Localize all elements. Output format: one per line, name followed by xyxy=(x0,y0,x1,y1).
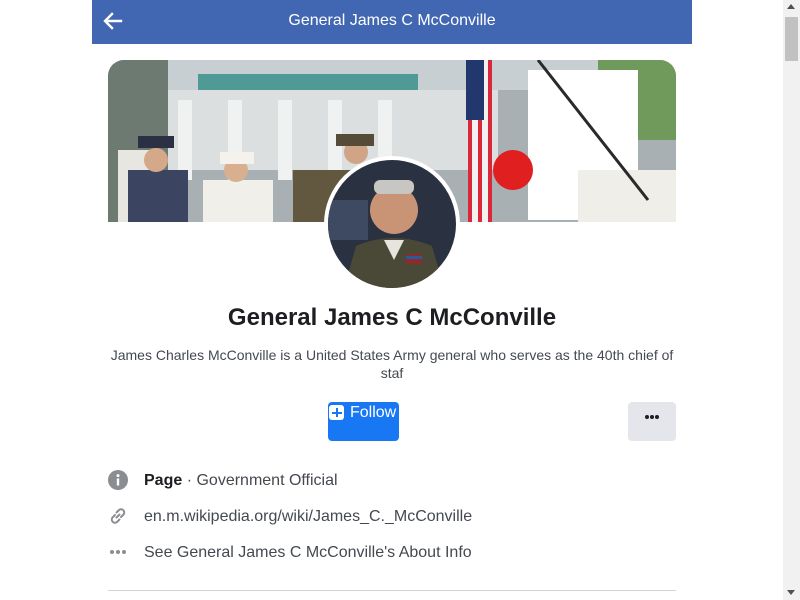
website-link[interactable]: en.m.wikipedia.org/wiki/James_C._McConvi… xyxy=(144,508,472,526)
profile-description: James Charles McConville is a United Sta… xyxy=(110,347,674,381)
link-icon xyxy=(110,508,126,524)
section-divider xyxy=(108,590,676,591)
scrollbar-thumb[interactable] xyxy=(785,17,798,61)
follow-button[interactable]: Follow xyxy=(328,402,399,441)
header-title: General James C McConville xyxy=(288,12,496,29)
add-follow-icon xyxy=(329,405,344,420)
header-bar: General James C McConville xyxy=(92,0,692,44)
avatar-frame xyxy=(324,156,460,292)
profile-page: General James C McConville General James… xyxy=(92,0,692,600)
scroll-down-arrow-icon[interactable] xyxy=(787,590,795,595)
more-dots-icon xyxy=(645,415,659,419)
scroll-up-arrow-icon[interactable] xyxy=(787,4,795,9)
separator: · xyxy=(182,472,197,489)
page-label: Page xyxy=(144,472,183,489)
page-category: Government Official xyxy=(196,472,338,489)
page-category-row: Page · Government Official xyxy=(108,470,676,498)
about-info-link[interactable]: See General James C McConville's About I… xyxy=(144,544,472,562)
profile-avatar[interactable] xyxy=(328,160,456,288)
more-horizontal-icon xyxy=(110,550,126,554)
more-options-button[interactable] xyxy=(628,402,676,441)
website-row[interactable]: en.m.wikipedia.org/wiki/James_C._McConvi… xyxy=(108,506,676,534)
vertical-scrollbar[interactable] xyxy=(783,0,800,600)
profile-name: General James C McConville xyxy=(227,304,557,331)
follow-label: Follow xyxy=(350,404,397,421)
info-icon xyxy=(108,470,128,490)
about-row[interactable]: See General James C McConville's About I… xyxy=(108,542,676,570)
